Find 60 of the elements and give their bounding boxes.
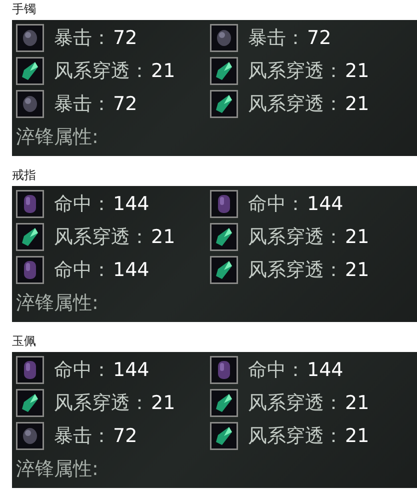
stat-value: 21 (151, 226, 176, 248)
stat-value: 21 (345, 259, 370, 281)
gem-icon (16, 422, 44, 450)
stat-label: 风系穿透： (54, 391, 149, 416)
temper-label: 淬锋属性: (16, 126, 100, 148)
stat-label: 风系穿透： (248, 391, 343, 416)
stat-label: 暴击： (248, 26, 305, 51)
stat-value: 72 (113, 93, 138, 115)
stat-value: 21 (151, 60, 176, 82)
stat-label: 风系穿透： (54, 225, 149, 250)
gem-icon (16, 356, 44, 384)
section-title: 手镯 (11, 1, 37, 18)
gem-icon (210, 223, 238, 251)
stat-value: 144 (113, 259, 150, 281)
stat-label: 风系穿透： (248, 59, 343, 84)
stat-value: 72 (113, 27, 138, 49)
stat-value: 144 (307, 359, 344, 381)
gem-icon (16, 24, 44, 52)
stat-label: 命中： (54, 258, 111, 283)
stat-value: 21 (345, 392, 370, 414)
stat-value: 72 (307, 27, 332, 49)
stat-value: 144 (113, 359, 150, 381)
stat-label: 命中： (54, 192, 111, 217)
stat-label: 命中： (54, 358, 111, 383)
stat-value: 21 (345, 425, 370, 447)
stat-value: 72 (113, 425, 138, 447)
gem-icon (210, 256, 238, 284)
stat-value: 21 (345, 226, 370, 248)
stat-label: 暴击： (54, 92, 111, 117)
section-title: 戒指 (11, 167, 37, 184)
stat-value: 144 (307, 193, 344, 215)
stat-label: 风系穿透： (248, 424, 343, 449)
stat-value: 21 (345, 60, 370, 82)
gem-icon (16, 389, 44, 417)
gem-icon (210, 57, 238, 85)
stat-value: 144 (113, 193, 150, 215)
stat-label: 风系穿透： (248, 225, 343, 250)
stat-label: 命中： (248, 358, 305, 383)
gem-icon (210, 356, 238, 384)
gem-icon (16, 256, 44, 284)
gem-icon (16, 223, 44, 251)
stat-value: 21 (151, 392, 176, 414)
gem-icon (210, 90, 238, 118)
stat-label: 风系穿透： (248, 258, 343, 283)
stat-label: 命中： (248, 192, 305, 217)
section-title: 玉佩 (11, 333, 37, 350)
stat-label: 暴击： (54, 26, 111, 51)
gem-icon (16, 57, 44, 85)
temper-label: 淬锋属性: (16, 292, 100, 314)
stat-label: 风系穿透： (54, 59, 149, 84)
temper-label: 淬锋属性: (16, 458, 100, 480)
stat-value: 21 (345, 93, 370, 115)
gem-icon (210, 190, 238, 218)
stat-label: 风系穿透： (248, 92, 343, 117)
gem-icon (16, 90, 44, 118)
stat-label: 暴击： (54, 424, 111, 449)
gem-icon (210, 24, 238, 52)
gem-icon (210, 389, 238, 417)
gem-icon (16, 190, 44, 218)
gem-icon (210, 422, 238, 450)
